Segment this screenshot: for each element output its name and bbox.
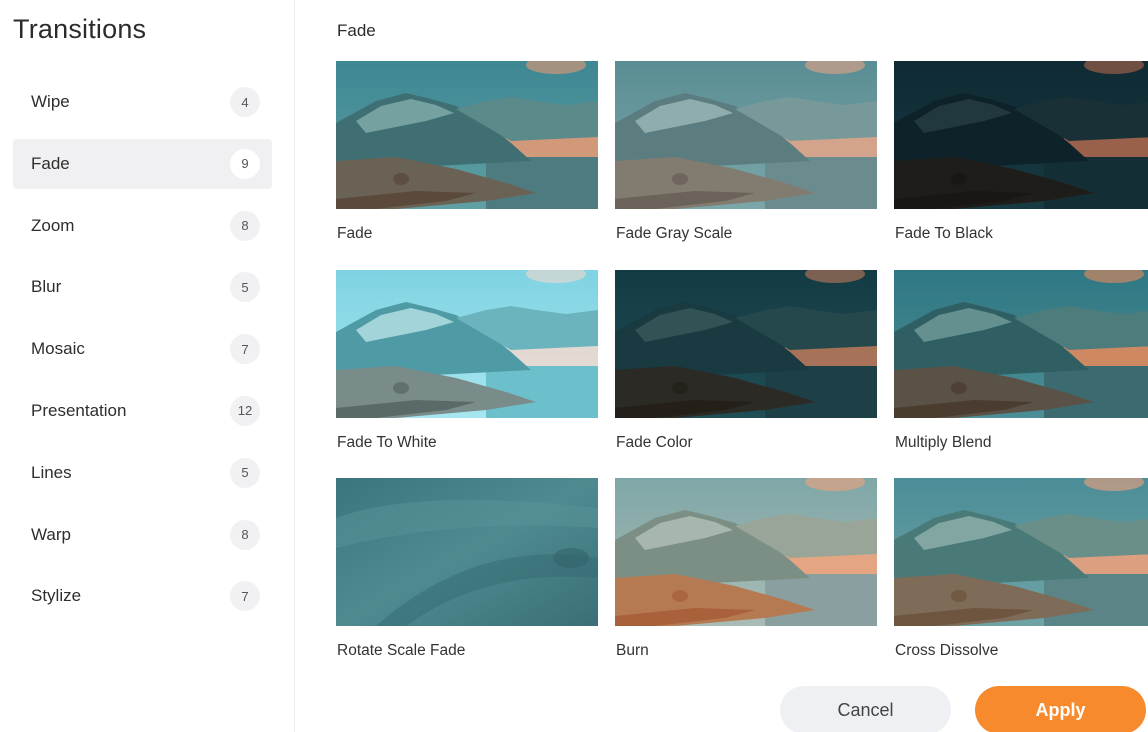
category-item-mosaic[interactable]: Mosaic 7	[13, 324, 272, 374]
category-label: Warp	[31, 524, 71, 544]
category-item-wipe[interactable]: Wipe 4	[13, 77, 272, 127]
sidebar-title: Transitions	[13, 14, 147, 44]
category-item-blur[interactable]: Blur 5	[13, 262, 272, 312]
category-label: Lines	[31, 462, 72, 482]
category-count-badge: 7	[230, 334, 260, 365]
category-item-fade[interactable]: Fade 9	[13, 138, 272, 189]
apply-button[interactable]: Apply	[975, 686, 1146, 732]
category-label: Presentation	[31, 400, 127, 420]
category-count-badge: 5	[230, 457, 260, 488]
category-item-warp[interactable]: Warp 8	[13, 510, 272, 560]
category-label: Fade	[31, 153, 70, 173]
transition-thumbnail-cross-dissolve[interactable]: Cross Dissolve	[894, 478, 1148, 659]
thumbnail-label: Fade Gray Scale	[616, 225, 733, 242]
transition-thumbnail-multiply-blend[interactable]: Multiply Blend	[894, 270, 1148, 451]
transition-thumbnail-fade-to-white[interactable]: Fade To White	[336, 270, 598, 451]
category-count-badge: 7	[230, 581, 260, 612]
thumbnail-label: Burn	[616, 642, 649, 659]
category-label: Zoom	[31, 215, 75, 235]
thumbnail-label: Fade To Black	[895, 225, 993, 242]
category-item-lines[interactable]: Lines 5	[13, 448, 272, 498]
category-item-stylize[interactable]: Stylize 7	[13, 571, 272, 621]
category-item-zoom[interactable]: Zoom 8	[13, 201, 272, 251]
category-list: Wipe 4 Fade 9 Zoom 8 Blur 5 Mosaic 7 Pre…	[13, 77, 272, 633]
transition-thumbnail-rotate-scale-fade[interactable]: Rotate Scale Fade	[336, 478, 598, 659]
transition-thumbnail-fade-gray-scale[interactable]: Fade Gray Scale	[615, 61, 877, 242]
transition-thumbnail-fade[interactable]: Fade	[336, 61, 598, 242]
transition-thumbnail-burn[interactable]: Burn	[615, 478, 877, 659]
cancel-button[interactable]: Cancel	[780, 686, 951, 732]
transition-gallery: Fade Fade Fade Gray Scale Fade To Black …	[296, 0, 1148, 732]
thumbnail-preview-image	[894, 61, 1148, 209]
thumbnail-label: Rotate Scale Fade	[337, 642, 466, 659]
thumbnail-label: Multiply Blend	[895, 434, 992, 451]
category-count-badge: 12	[230, 395, 260, 426]
thumbnail-label: Fade To White	[337, 434, 437, 451]
thumbnail-preview-image	[336, 478, 598, 626]
category-label: Wipe	[31, 92, 70, 111]
thumbnail-preview-image	[615, 478, 877, 626]
category-count-badge: 4	[230, 87, 260, 117]
category-label: Stylize	[31, 586, 82, 606]
thumbnail-preview-image	[894, 270, 1148, 418]
thumbnail-preview-image	[336, 270, 598, 418]
thumbnail-label: Fade Color	[616, 434, 693, 451]
category-label: Mosaic	[31, 339, 85, 359]
transition-thumbnail-fade-color[interactable]: Fade Color	[615, 270, 877, 451]
category-label: Blur	[31, 277, 62, 297]
thumbnail-preview-image	[615, 270, 877, 418]
category-count-badge: 5	[230, 272, 260, 303]
thumbnail-preview-image	[894, 478, 1148, 626]
thumbnail-label: Cross Dissolve	[895, 642, 999, 659]
section-title: Fade	[337, 21, 376, 40]
thumbnail-preview-image	[336, 61, 598, 209]
category-count-badge: 8	[230, 519, 260, 550]
category-sidebar: Transitions Wipe 4 Fade 9 Zoom 8 Blur 5 …	[0, 0, 295, 732]
category-count-badge: 8	[230, 210, 260, 241]
thumbnail-preview-image	[615, 61, 877, 209]
category-count-badge: 9	[230, 148, 260, 179]
thumbnail-label: Fade	[337, 225, 373, 242]
transition-thumbnail-fade-to-black[interactable]: Fade To Black	[894, 61, 1148, 242]
category-item-presentation[interactable]: Presentation 12	[13, 386, 272, 436]
